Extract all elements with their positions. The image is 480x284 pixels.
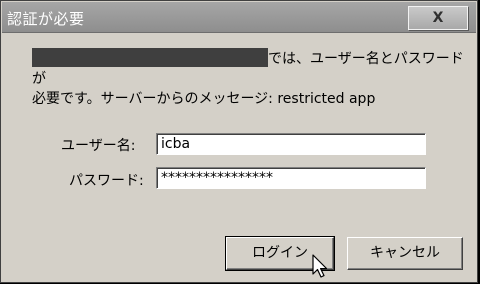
auth-message: では、ユーザー名とパスワードが 必要です。サーバーからのメッセージ: restr… <box>32 48 472 109</box>
username-field[interactable]: icba <box>156 133 426 155</box>
close-button[interactable]: X <box>408 6 468 30</box>
username-label: ユーザー名: <box>61 138 136 154</box>
password-field[interactable]: **************** <box>156 167 426 189</box>
window-title: 認証が必要 <box>7 10 85 28</box>
title-bar[interactable]: 認証が必要 X <box>2 2 476 33</box>
auth-dialog: 認証が必要 X では、ユーザー名とパスワードが 必要です。サーバーからのメッセー… <box>0 0 478 283</box>
message-line-2: 必要です。サーバーからのメッセージ: restricted app <box>32 91 376 107</box>
password-label: パスワード: <box>69 173 144 189</box>
cancel-button[interactable]: キャンセル <box>347 237 463 270</box>
mouse-pointer-icon <box>312 254 328 278</box>
message-line-1: では、ユーザー名とパスワードが <box>32 48 472 89</box>
redacted-site <box>32 48 268 67</box>
